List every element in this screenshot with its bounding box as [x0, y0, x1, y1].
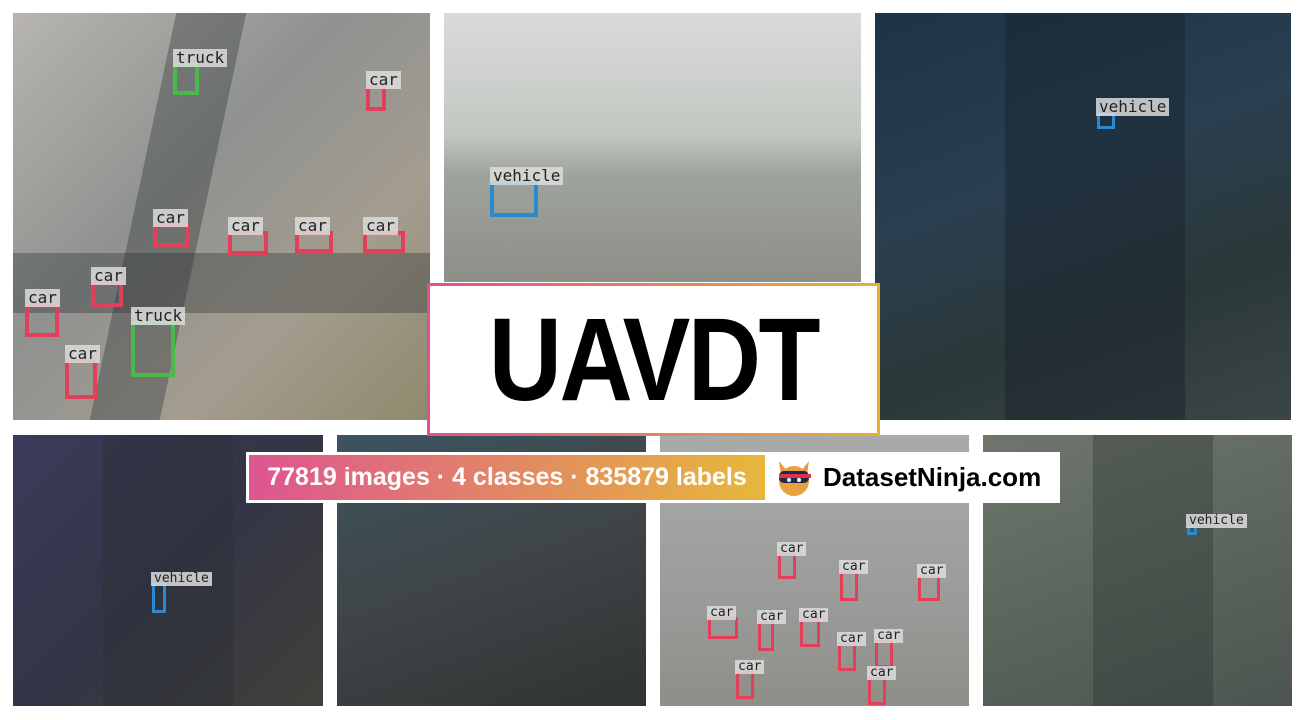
bbox-car: car [867, 666, 897, 705]
bbox-car: car [228, 217, 268, 255]
bbox-car: car [363, 217, 405, 253]
bbox-label: car [295, 217, 330, 235]
bbox-car: car [366, 71, 401, 111]
sample-image-intersection-day: car car car car car car car truck truck … [13, 13, 430, 420]
bbox-car: car [839, 560, 869, 601]
bbox-label: car [363, 217, 398, 235]
stats-banner: 77819 images · 4 classes · 835879 labels… [246, 452, 1060, 503]
bbox-label: vehicle [490, 167, 564, 185]
bbox-label: car [867, 666, 897, 680]
bbox-label: car [917, 564, 947, 578]
bbox-car: car [735, 660, 765, 699]
bbox-label: truck [131, 307, 186, 325]
dataset-stats: 77819 images · 4 classes · 835879 labels [249, 455, 765, 500]
bbox-label: car [839, 560, 869, 574]
bbox-label: car [153, 209, 188, 227]
bbox-car: car [153, 209, 189, 247]
bbox-label: truck [173, 49, 228, 67]
bbox-label: car [777, 542, 807, 556]
bbox-label: vehicle [1096, 98, 1170, 116]
brand-name: DatasetNinja.com [823, 462, 1042, 492]
bbox-car: car [25, 289, 60, 337]
bbox-car: car [91, 267, 126, 307]
bbox-label: car [228, 217, 263, 235]
bbox-car: car [837, 632, 867, 671]
bbox-label: car [874, 629, 904, 643]
bbox-label: car [25, 289, 60, 307]
bbox-label: car [799, 608, 829, 622]
bbox-label: car [366, 71, 401, 89]
bbox-truck: truck [131, 307, 186, 377]
bbox-vehicle: vehicle [1186, 514, 1247, 535]
bbox-car: car [799, 608, 829, 647]
bbox-truck: truck [173, 49, 228, 95]
bbox-car: car [917, 564, 947, 601]
bbox-vehicle: vehicle [151, 572, 212, 613]
sample-image-building: vehicle [444, 13, 861, 282]
dataset-title: UAVDT [488, 293, 821, 426]
bbox-car: car [874, 629, 904, 668]
bbox-label: vehicle [151, 572, 212, 586]
bbox-label: vehicle [1186, 514, 1247, 528]
bbox-car: car [777, 542, 807, 579]
brand[interactable]: DatasetNinja.com [765, 455, 1057, 500]
bbox-car: car [707, 606, 738, 639]
title-box: UAVDT [427, 283, 880, 436]
bbox-label: car [91, 267, 126, 285]
bbox-label: car [707, 606, 737, 620]
bbox-vehicle: vehicle [490, 167, 564, 217]
bbox-vehicle: vehicle [1096, 98, 1170, 129]
bbox-label: car [837, 632, 867, 646]
bbox-car: car [65, 345, 100, 399]
bbox-car: car [295, 217, 333, 253]
bbox-label: car [735, 660, 765, 674]
sample-image-night-highway: vehicle [875, 13, 1291, 420]
ninja-logo-icon [779, 460, 811, 496]
bbox-label: car [65, 345, 100, 363]
bbox-car: car [757, 610, 787, 651]
bbox-label: car [757, 610, 787, 624]
